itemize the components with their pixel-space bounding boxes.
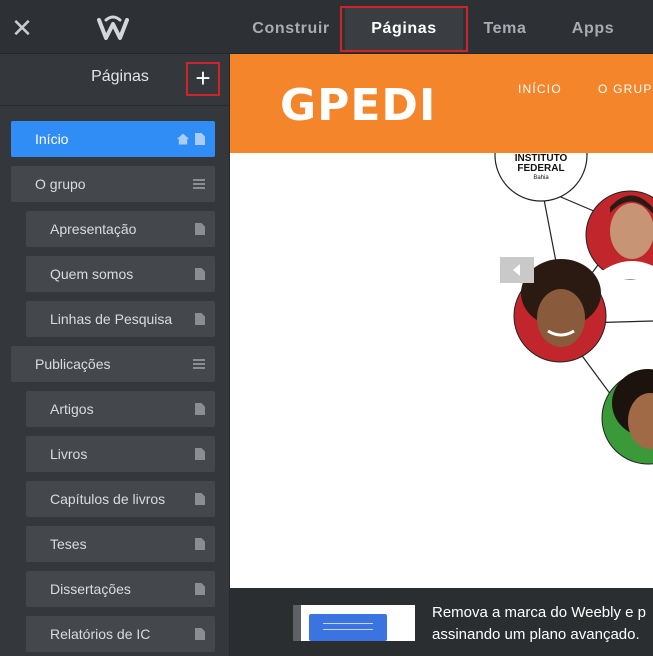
page-label: O grupo xyxy=(35,176,86,192)
top-toolbar: ✕ Construir Páginas Tema Apps xyxy=(0,0,653,54)
page-label: Início xyxy=(35,131,69,147)
page-label: Publicações xyxy=(35,356,111,372)
page-icon xyxy=(195,448,205,460)
people-network-image[interactable]: INSTITUTO FEDERAL Bahia xyxy=(230,153,653,588)
pages-sidebar: Páginas + Início O grupo Apresentação Qu… xyxy=(0,54,230,656)
page-item-livros[interactable]: Livros xyxy=(26,436,215,472)
banner-text: Remova a marca do Weebly e p assinando u… xyxy=(432,602,646,646)
page-item-quem-somos[interactable]: Quem somos xyxy=(26,256,215,292)
site-nav-o-grupo[interactable]: O GRUPO xyxy=(598,82,653,96)
page-item-publicacoes[interactable]: Publicações xyxy=(11,346,215,382)
slider-prev-button[interactable] xyxy=(500,257,534,283)
logo-line-2: FEDERAL xyxy=(517,163,564,174)
banner-line-2: assinando um plano avançado. xyxy=(432,626,640,643)
page-icon xyxy=(195,268,205,280)
logo-line-3: Bahia xyxy=(533,175,549,181)
banner-illustration xyxy=(293,605,415,641)
site-title[interactable]: GPEDI xyxy=(280,80,436,131)
page-label: Quem somos xyxy=(50,266,134,282)
submenu-icon xyxy=(193,358,205,370)
page-icon xyxy=(195,223,205,235)
site-header: GPEDI INÍCIO O GRUPO xyxy=(230,54,653,153)
tab-apps[interactable]: Apps xyxy=(556,8,630,50)
page-label: Artigos xyxy=(50,401,94,417)
tab-paginas[interactable]: Páginas xyxy=(345,8,463,50)
weebly-logo-icon xyxy=(97,15,129,40)
page-item-dissertacoes[interactable]: Dissertações xyxy=(26,571,215,607)
add-page-button[interactable]: + xyxy=(186,62,220,96)
page-item-inicio[interactable]: Início xyxy=(11,121,215,157)
page-label: Teses xyxy=(50,536,87,552)
institute-logo: INSTITUTO FEDERAL Bahia xyxy=(494,153,588,202)
site-nav-inicio[interactable]: INÍCIO xyxy=(518,82,562,96)
page-label: Relatórios de IC xyxy=(50,626,151,642)
home-icon xyxy=(177,133,189,145)
tab-tema[interactable]: Tema xyxy=(470,8,540,50)
submenu-icon xyxy=(193,178,205,190)
page-item-linhas-de-pesquisa[interactable]: Linhas de Pesquisa xyxy=(26,301,215,337)
page-label: Linhas de Pesquisa xyxy=(50,311,173,327)
page-item-o-grupo[interactable]: O grupo xyxy=(11,166,215,202)
arrow-left-icon xyxy=(513,264,520,276)
sidebar-title: Páginas xyxy=(91,68,149,85)
page-icon xyxy=(195,493,205,505)
upgrade-banner[interactable]: Remova a marca do Weebly e p assinando u… xyxy=(230,588,653,656)
site-preview[interactable]: GPEDI INÍCIO O GRUPO INSTITUTO FEDERAL B… xyxy=(230,54,653,588)
page-label: Capítulos de livros xyxy=(50,491,166,507)
tab-construir[interactable]: Construir xyxy=(238,8,344,50)
banner-line-1: Remova a marca do Weebly e p xyxy=(432,604,646,621)
sidebar-header: Páginas + xyxy=(0,54,230,106)
page-icon xyxy=(195,133,205,145)
page-item-teses[interactable]: Teses xyxy=(26,526,215,562)
page-icon xyxy=(195,628,205,640)
page-label: Apresentação xyxy=(50,221,137,237)
page-item-artigos[interactable]: Artigos xyxy=(26,391,215,427)
page-label: Livros xyxy=(50,446,88,462)
person-photo-3 xyxy=(601,369,653,465)
page-item-capitulos-de-livros[interactable]: Capítulos de livros xyxy=(26,481,215,517)
page-icon xyxy=(195,403,205,415)
page-item-apresentacao[interactable]: Apresentação xyxy=(26,211,215,247)
person-photo-1 xyxy=(585,190,653,280)
page-icon xyxy=(195,313,205,325)
page-item-relatorios-de-ic[interactable]: Relatórios de IC xyxy=(26,616,215,652)
page-icon xyxy=(195,583,205,595)
close-button[interactable]: ✕ xyxy=(8,14,36,42)
page-icon xyxy=(195,538,205,550)
page-label: Dissertações xyxy=(50,581,131,597)
